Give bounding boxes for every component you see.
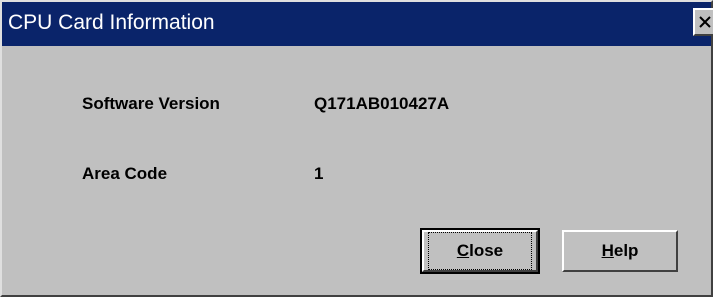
help-button-mnemonic: H [601, 241, 614, 260]
help-button[interactable]: Help [562, 230, 678, 272]
close-icon[interactable] [693, 8, 713, 36]
window-title: CPU Card Information [8, 11, 215, 34]
help-button-label: elp [613, 241, 639, 260]
help-button-face: Help [564, 232, 676, 270]
close-button-focus-frame: Close [428, 232, 532, 270]
dialog-content: Software Version Q171AB010427A Area Code… [2, 46, 711, 295]
close-button-mnemonic: C [456, 241, 470, 260]
close-button[interactable]: Close [420, 228, 540, 274]
title-bar[interactable]: CPU Card Information [2, 2, 713, 46]
area-code-value: 1 [314, 164, 324, 183]
software-version-label: Software Version [82, 94, 220, 113]
area-code-label: Area Code [82, 164, 168, 183]
software-version-value: Q171AB010427A [314, 94, 450, 113]
cpu-card-info-dialog: CPU Card Information Software Version Q1… [0, 0, 713, 297]
close-button-label: lose [469, 241, 504, 260]
